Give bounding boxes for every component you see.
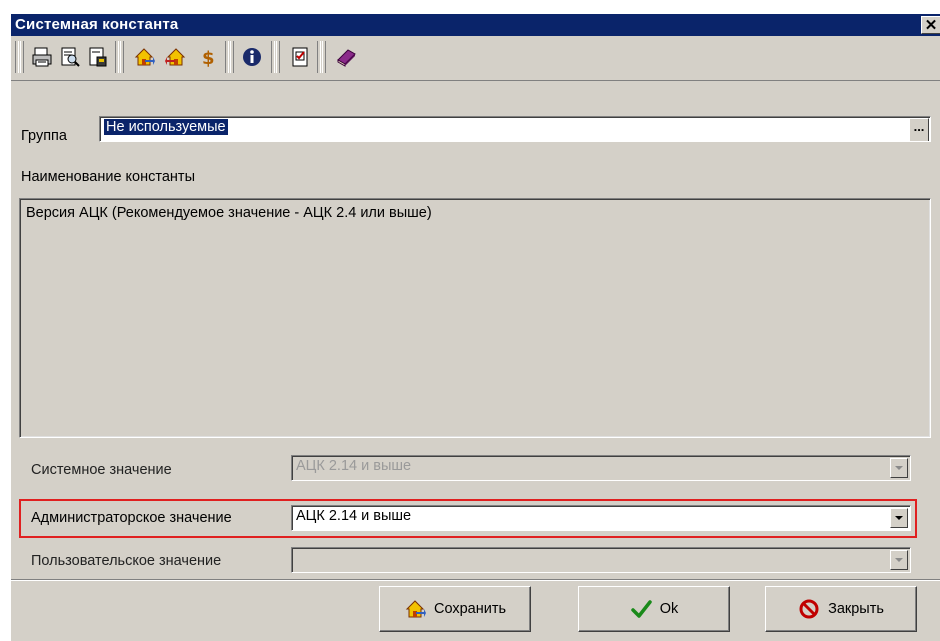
- checkmark-icon: [630, 600, 652, 618]
- toolbar-separator: [276, 41, 280, 73]
- system-constant-window: Системная константа ✕ $ Группа Не исполь…: [10, 14, 940, 641]
- print-preview-icon[interactable]: [57, 43, 83, 71]
- group-field[interactable]: Не используемые ...: [99, 116, 931, 142]
- window-title: Системная константа: [15, 16, 179, 33]
- checklist-icon[interactable]: [287, 43, 313, 71]
- prohibited-icon: [799, 599, 819, 619]
- dollar-icon[interactable]: $: [195, 43, 221, 71]
- chevron-down-icon: [890, 458, 908, 478]
- close-button[interactable]: Закрыть: [765, 586, 917, 632]
- toolbar-separator: [115, 41, 119, 73]
- print-icon[interactable]: [29, 43, 55, 71]
- toolbar-grip: [20, 41, 24, 73]
- toolbar-separator: [322, 41, 326, 73]
- toolbar-separator: [225, 41, 229, 73]
- ok-label: Ok: [659, 601, 679, 617]
- toolbar-separator: [317, 41, 321, 73]
- admin-value-label: Администраторское значение: [31, 510, 232, 526]
- divider: [11, 579, 940, 581]
- system-value-text: АЦК 2.14 и выше: [296, 458, 412, 474]
- toolbar-separator: [120, 41, 124, 73]
- chevron-down-icon[interactable]: [890, 508, 908, 528]
- toolbar-grip: [15, 41, 19, 73]
- save-label: Сохранить: [433, 601, 507, 617]
- group-label: Группа: [21, 128, 67, 144]
- svg-text:$: $: [202, 48, 215, 68]
- ok-button[interactable]: Ok: [578, 586, 730, 632]
- admin-value-text: АЦК 2.14 и выше: [296, 508, 412, 524]
- book-icon[interactable]: [333, 43, 359, 71]
- close-window-button[interactable]: ✕: [921, 16, 940, 34]
- toolbar: $: [11, 36, 940, 81]
- info-icon[interactable]: [239, 43, 265, 71]
- home-back-icon[interactable]: [163, 43, 189, 71]
- toolbar-separator: [230, 41, 234, 73]
- home-save-icon: [405, 600, 426, 618]
- save-button[interactable]: Сохранить: [379, 586, 531, 632]
- user-value-label: Пользовательское значение: [31, 553, 222, 569]
- group-value: Не используемые: [104, 119, 228, 135]
- group-browse-button[interactable]: ...: [909, 118, 929, 141]
- home-forward-icon[interactable]: [131, 43, 157, 71]
- system-value-select: АЦК 2.14 и выше: [291, 455, 911, 481]
- chevron-down-icon: [890, 550, 908, 570]
- close-label: Закрыть: [828, 601, 884, 617]
- title-bar: Системная константа ✕: [11, 14, 940, 36]
- toolbar-separator: [271, 41, 275, 73]
- admin-value-select[interactable]: АЦК 2.14 и выше: [291, 505, 911, 531]
- system-value-label: Системное значение: [31, 462, 172, 478]
- user-value-select: [291, 547, 911, 573]
- constant-name-text[interactable]: Версия АЦК (Рекомендуемое значение - АЦК…: [19, 198, 931, 438]
- constant-name-label: Наименование константы: [21, 169, 195, 185]
- export-icon[interactable]: [85, 43, 111, 71]
